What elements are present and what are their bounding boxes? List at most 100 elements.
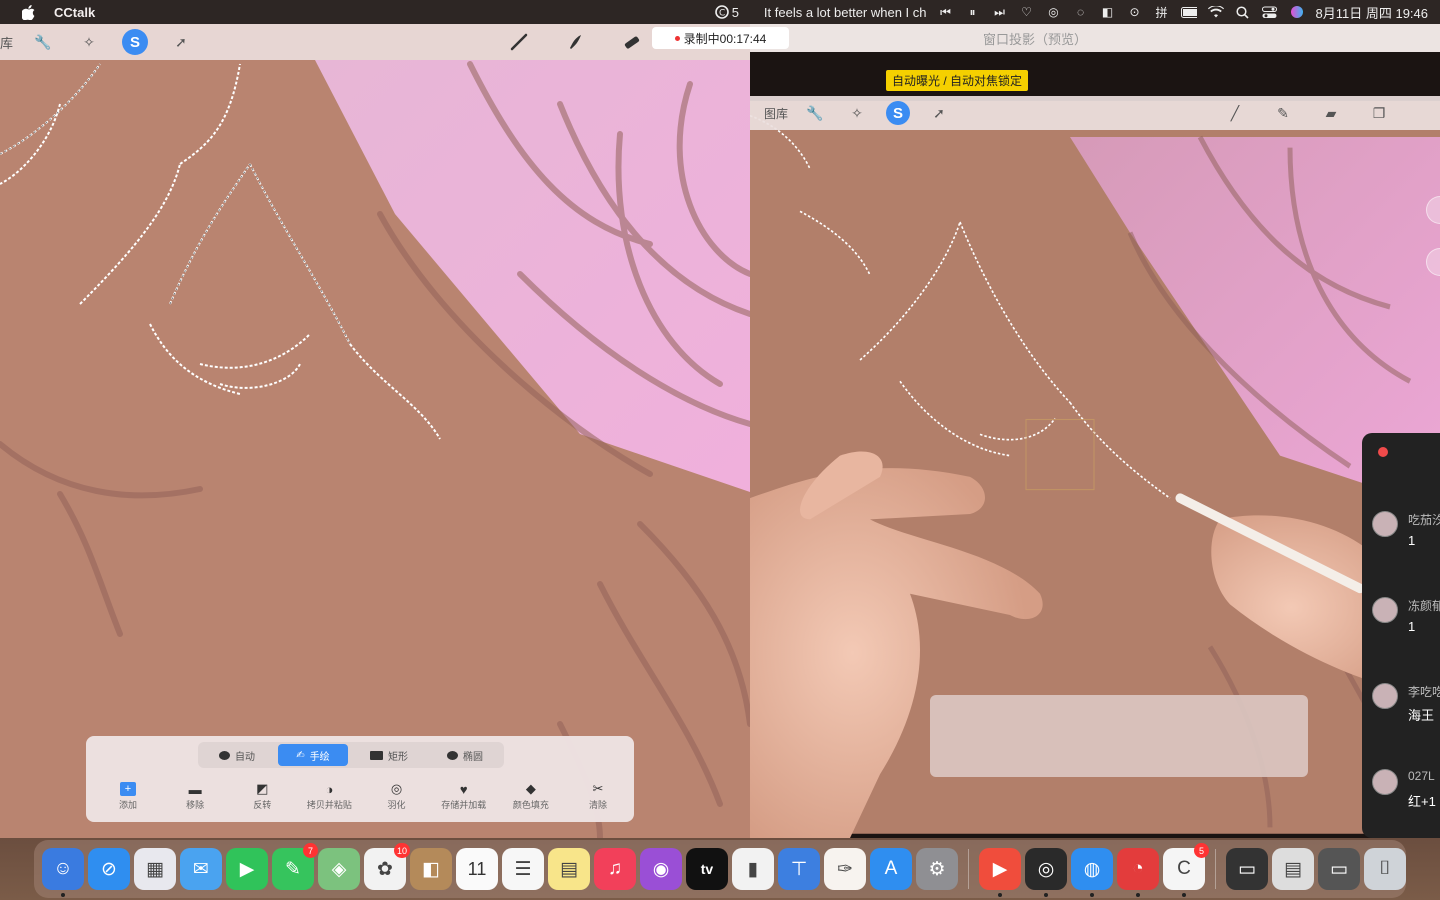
input-method-icon[interactable]: 拼 <box>1154 4 1170 20</box>
close-chat-icon[interactable] <box>1378 447 1388 457</box>
transform-arrow-icon[interactable]: ➚ <box>168 29 194 55</box>
notification-badge: 10 <box>393 843 410 858</box>
preview-window-title[interactable]: 窗口投影（预览） <box>750 24 1440 52</box>
gallery-button[interactable]: 库 <box>0 33 22 52</box>
adjustments-wand-icon[interactable]: ✧ <box>76 29 102 55</box>
ipad-wrench-icon: 🔧 <box>806 104 824 121</box>
dock-notes[interactable]: ▤ <box>548 848 590 890</box>
dock-system-preferences[interactable]: ⚙ <box>916 848 958 890</box>
obs-icon: ◎ <box>1037 858 1055 880</box>
dock-app-store[interactable]: A <box>870 848 912 890</box>
clear-button[interactable]: ✂ 清除 <box>568 781 628 811</box>
automatic-icon <box>219 750 230 760</box>
now-playing-title[interactable]: It feels a lot better when I ch <box>764 5 927 20</box>
dock-reminders[interactable]: ☰ <box>502 848 544 890</box>
photos-icon: ✿ <box>377 858 393 880</box>
notification-badge: 7 <box>303 843 318 858</box>
dock-photos[interactable]: ✿ 10 <box>364 843 410 890</box>
dock-safari[interactable]: ⊘ <box>88 848 130 890</box>
dock-tv[interactable]: tv <box>686 848 728 890</box>
heart-icon[interactable]: ♡ <box>1019 4 1035 20</box>
dock-finder[interactable]: ☺ <box>42 848 84 897</box>
copy-paste-button[interactable]: ◑ 拷贝并粘贴 <box>299 782 359 811</box>
system-preferences-icon: ⚙ <box>928 858 946 880</box>
rectangle-icon <box>370 750 383 760</box>
control-center-icon[interactable] <box>1262 4 1278 20</box>
previous-track-icon[interactable]: ⏮ <box>938 4 954 20</box>
video-status-icon[interactable]: ◧ <box>1100 4 1116 20</box>
invert-button[interactable]: ◩ 反转 <box>232 781 292 811</box>
heart-icon: ♥ <box>459 781 468 797</box>
add-icon: + <box>120 782 136 796</box>
dock-obs[interactable]: ◎ <box>1025 848 1067 897</box>
keynote-icon: ⊤ <box>790 858 808 880</box>
freehand-icon: ✍ <box>296 749 305 761</box>
play-circle-icon[interactable]: ⊙ <box>1127 4 1143 20</box>
dock-messages[interactable]: ✎ 7 <box>272 843 318 890</box>
feather-button[interactable]: ◎ 羽化 <box>367 781 427 811</box>
battery-icon[interactable] <box>1180 4 1197 20</box>
add-button[interactable]: + 添加 <box>98 782 158 811</box>
color-fill-button[interactable]: ◆ 颜色填充 <box>501 781 561 811</box>
obs-status-icon[interactable]: ◌ <box>1073 4 1089 20</box>
apple-menu-icon[interactable] <box>20 4 36 20</box>
podcasts-icon: ◉ <box>652 858 670 880</box>
dock-music[interactable]: ♫ <box>594 848 636 890</box>
next-track-icon[interactable]: ⏭ <box>992 4 1008 20</box>
dock-calendar[interactable]: 11 <box>456 848 498 890</box>
smudge-icon[interactable] <box>562 29 588 55</box>
spotlight-search-icon[interactable] <box>1235 4 1251 20</box>
netease-music-icon: ◔ <box>1132 858 1144 879</box>
finder-icon: ☺ <box>53 858 73 879</box>
actions-wrench-icon[interactable]: 🔧 <box>30 29 56 55</box>
mode-freehand[interactable]: ✍ 手绘 <box>278 744 348 766</box>
dock-window-3[interactable]: ▭ <box>1318 848 1360 890</box>
dock-camera-app[interactable]: ◍ <box>1071 848 1113 897</box>
dock-pages[interactable]: ✑ <box>824 848 866 890</box>
dock-numbers[interactable]: ▮ <box>732 848 774 890</box>
pause-icon[interactable]: ⏸ <box>965 4 981 20</box>
drawing-canvas[interactable] <box>0 24 750 838</box>
wifi-icon[interactable] <box>1207 4 1224 20</box>
dock-mail[interactable]: ✉ <box>180 848 222 890</box>
ipad-brush-icon: ╱ <box>1230 104 1240 121</box>
cctalk-status-icon[interactable]: C <box>714 4 730 20</box>
dock-window-1[interactable]: ▭ <box>1226 848 1268 890</box>
dock-cctalk[interactable]: C5 <box>1163 843 1209 897</box>
selection-tool-icon[interactable]: S <box>122 29 148 55</box>
running-indicator <box>1044 893 1048 897</box>
mode-rectangle[interactable]: 矩形 <box>354 744 424 766</box>
siri-icon[interactable] <box>1289 4 1305 20</box>
menu-clock[interactable]: 8月11日 周四 19:46 <box>1316 3 1428 22</box>
brush-icon[interactable] <box>506 29 532 55</box>
recording-timer[interactable]: 录制中00:17:44 <box>652 27 789 49</box>
remove-button[interactable]: ▬ 移除 <box>165 782 225 811</box>
dock-podcasts[interactable]: ◉ <box>640 848 682 890</box>
mode-automatic[interactable]: 自动 <box>202 744 272 766</box>
save-load-button[interactable]: ♥ 存储并加载 <box>434 782 494 811</box>
ipad-procreate-toolbar: 图库 🔧 ✧ S ➚ ╱ ✎ ▰ ❐ <box>750 96 1440 130</box>
status-menus: C 5 It feels a lot better when I ch ⏮ ⏸ … <box>714 0 1428 24</box>
eraser-icon[interactable] <box>618 29 644 55</box>
dock-facetime[interactable]: ▶ <box>226 848 268 890</box>
dock-launchpad[interactable]: ▦ <box>134 848 176 890</box>
dock-contacts[interactable]: ◧ <box>410 848 452 890</box>
app-name[interactable]: CCtalk <box>54 5 95 20</box>
netease-status-icon[interactable]: ◎ <box>1046 4 1062 20</box>
dock-area: ☺ ⊘ ▦ ✉ ▶ ✎ 7 ◈ ✿ 10 ◧ 11 ☰ ▤ ♫ ◉ tv ▮ ⊤ ✑ A ⚙ ▶ ◎ ◍ ◔ C 5 ▭ ▤ ▭ ⌷ <box>0 838 1440 900</box>
selection-panel: 自动 ✍ 手绘 矩形 椭圆 + 添加 ▬ 移除 ◩ 反转 ◑ 拷贝并粘贴 ◎ 羽化 ♥ 存储并… <box>86 736 634 822</box>
dock-netease-music[interactable]: ◔ <box>1117 848 1159 897</box>
dock-video-app[interactable]: ▶ <box>979 848 1021 897</box>
ipad-smudge-icon: ✎ <box>1277 104 1289 121</box>
dock-trash[interactable]: ⌷ <box>1364 848 1406 890</box>
dock-keynote[interactable]: ⊤ <box>778 848 820 890</box>
dock-window-2[interactable]: ▤ <box>1272 848 1314 890</box>
notification-badge: 5 <box>1194 843 1209 858</box>
dock-maps[interactable]: ◈ <box>318 848 360 890</box>
avatar <box>1372 683 1398 709</box>
safari-icon: ⊘ <box>101 858 117 880</box>
ipad-gallery-label: 图库 <box>764 106 789 121</box>
video-app-icon: ▶ <box>992 858 1008 880</box>
maps-icon: ◈ <box>331 858 347 880</box>
mode-ellipse[interactable]: 椭圆 <box>430 744 500 766</box>
